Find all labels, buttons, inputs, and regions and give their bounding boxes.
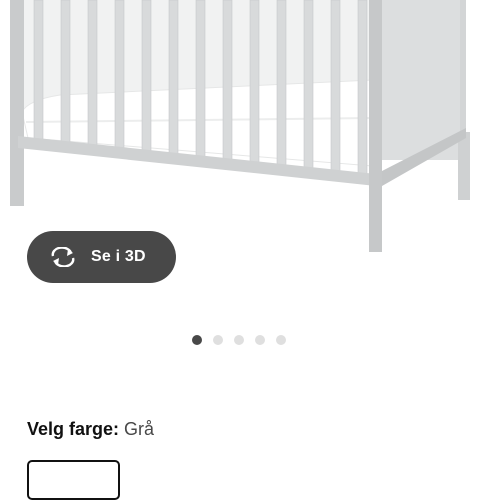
crib-slat <box>357 0 368 175</box>
carousel-dot[interactable] <box>276 335 286 345</box>
crib-slat <box>222 0 233 160</box>
image-carousel-indicator <box>192 335 286 345</box>
crib-product-image[interactable] <box>0 0 480 260</box>
crib-slat <box>168 0 179 154</box>
crib-slat <box>276 0 287 166</box>
view-in-3d-button[interactable]: Se i 3D <box>27 231 176 283</box>
view-in-3d-label: Se i 3D <box>91 248 146 265</box>
crib-slat <box>87 0 98 146</box>
crib-slat <box>141 0 152 151</box>
carousel-dot[interactable] <box>192 335 202 345</box>
crib-slat <box>33 0 44 140</box>
crib-leg-right-front <box>369 0 382 252</box>
carousel-dot[interactable] <box>255 335 265 345</box>
rotate-3d-icon <box>51 247 75 267</box>
crib-slat <box>60 0 71 143</box>
crib-slat <box>303 0 314 169</box>
crib-end-panel <box>378 0 462 160</box>
color-value: Grå <box>124 419 155 439</box>
carousel-dot[interactable] <box>234 335 244 345</box>
crib-slat <box>249 0 260 163</box>
color-selector-heading: Velg farge: Grå <box>27 419 154 440</box>
carousel-dot[interactable] <box>213 335 223 345</box>
crib-leg-right-back <box>458 132 470 200</box>
crib-slat <box>114 0 125 148</box>
color-label: Velg farge: <box>27 419 120 439</box>
crib-slat <box>330 0 341 172</box>
color-swatch-selected[interactable] <box>27 460 120 500</box>
crib-leg-left <box>10 0 24 206</box>
crib-slat <box>195 0 206 157</box>
